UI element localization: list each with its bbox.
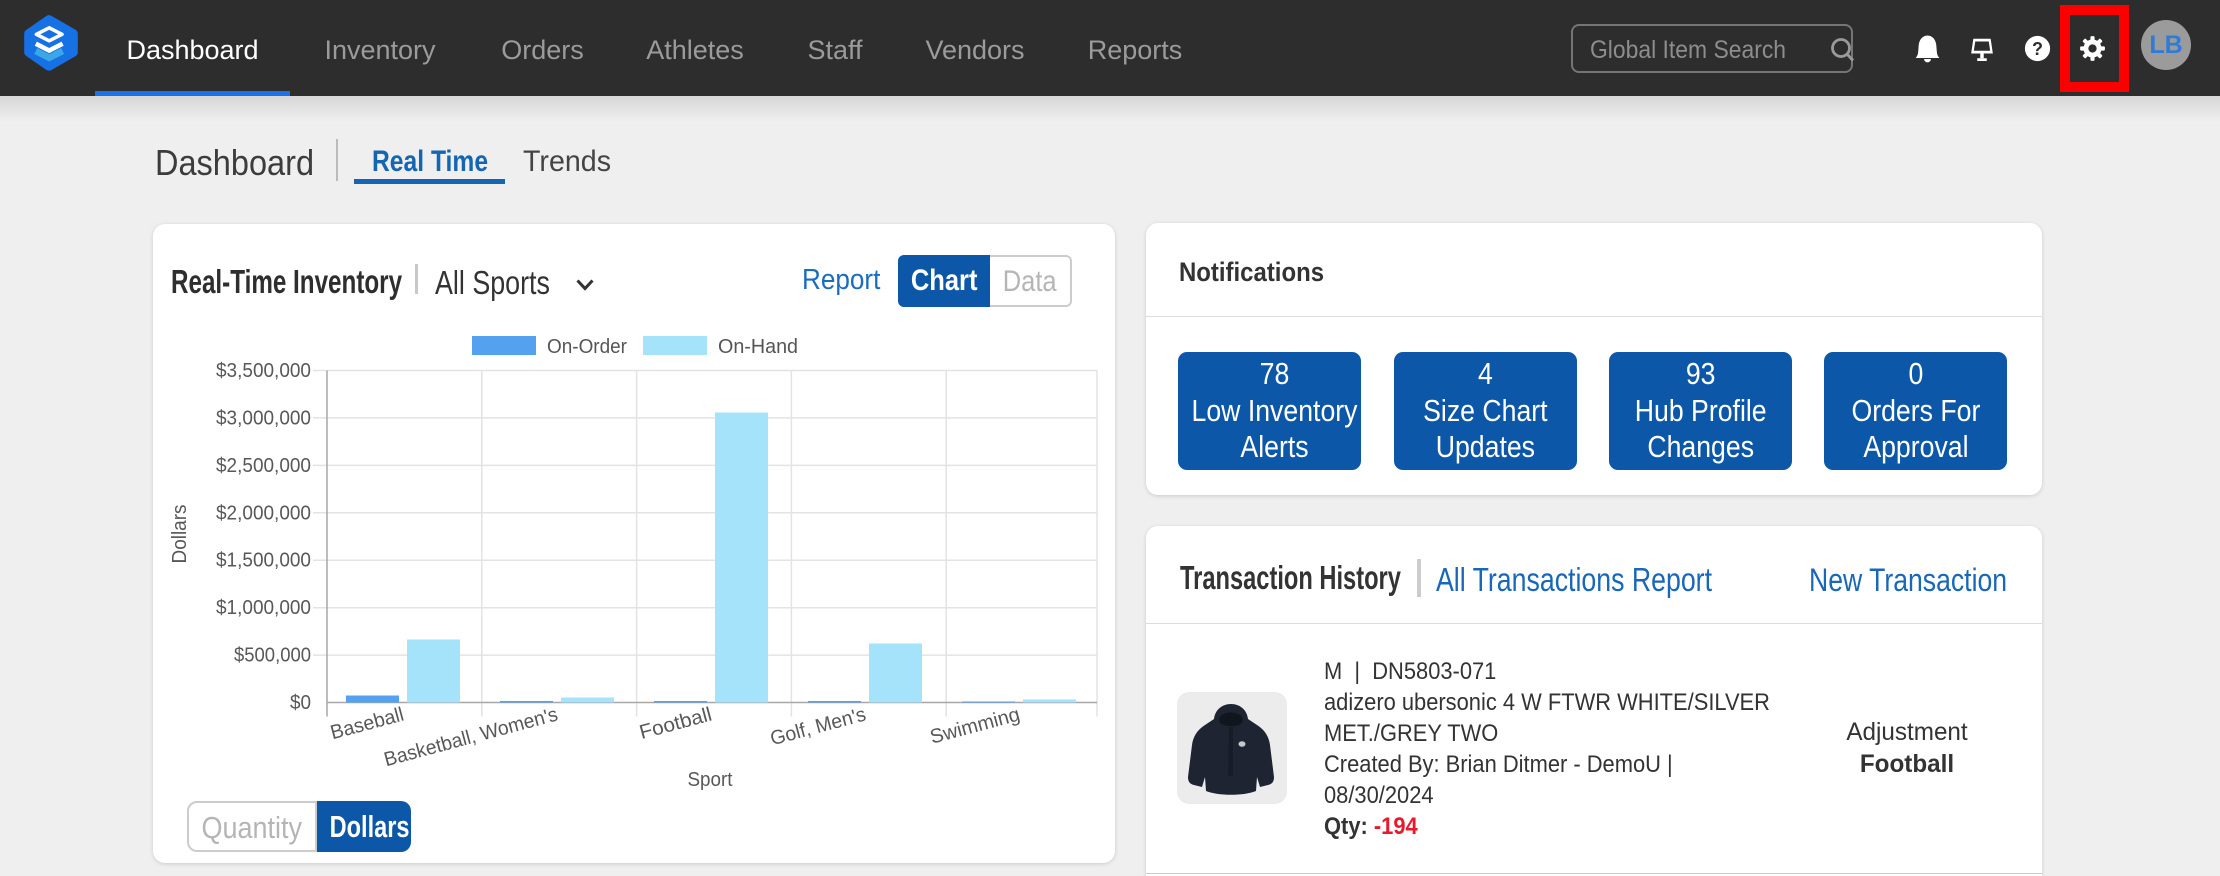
svg-text:Dollars: Dollars (169, 505, 191, 564)
svg-text:$3,000,000: $3,000,000 (216, 407, 311, 429)
svg-text:$1,000,000: $1,000,000 (216, 597, 311, 619)
svg-text:Sport: Sport (688, 769, 733, 791)
svg-text:On-Order: On-Order (547, 336, 627, 358)
svg-text:Baseball: Baseball (328, 704, 406, 745)
svg-text:?: ? (2032, 39, 2043, 59)
svg-text:$2,500,000: $2,500,000 (216, 455, 311, 477)
svg-text:On-Hand: On-Hand (718, 336, 798, 358)
svg-text:Swimming: Swimming (928, 704, 1023, 749)
svg-text:$3,500,000: $3,500,000 (216, 360, 311, 382)
svg-text:$2,000,000: $2,000,000 (216, 502, 311, 524)
svg-text:Basketball, Women's: Basketball, Women's (382, 704, 561, 772)
svg-text:$500,000: $500,000 (234, 645, 311, 667)
svg-text:$1,500,000: $1,500,000 (216, 550, 311, 572)
svg-text:$0: $0 (290, 692, 311, 714)
svg-text:Football: Football (637, 704, 714, 744)
svg-text:Golf, Men's: Golf, Men's (768, 704, 868, 751)
